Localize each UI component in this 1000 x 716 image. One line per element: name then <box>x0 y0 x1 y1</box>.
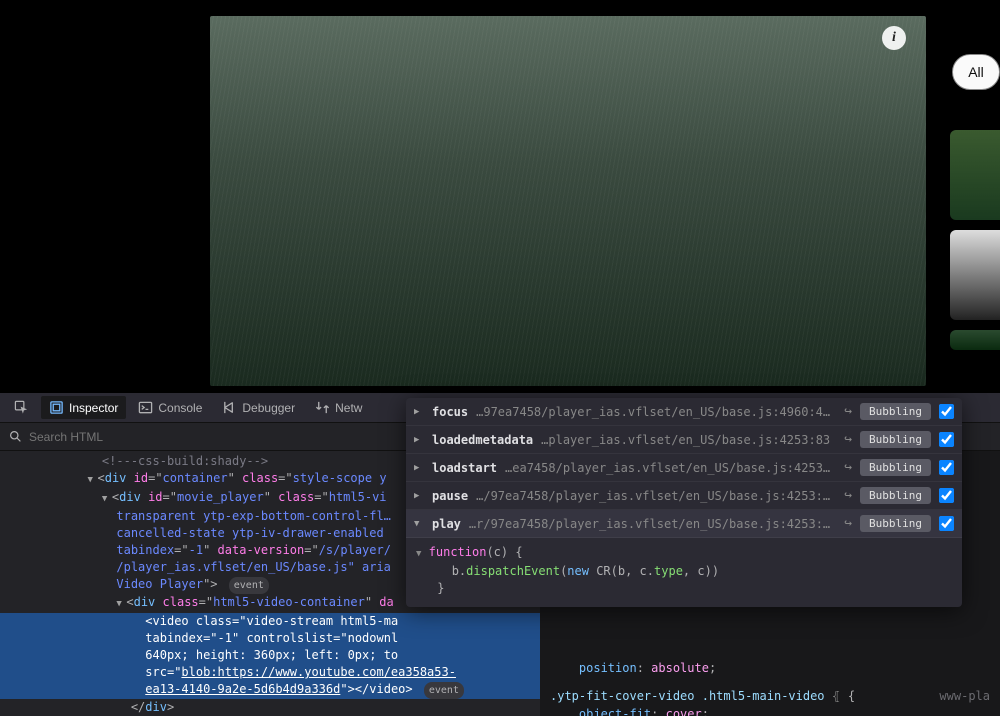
tab-label: Debugger <box>242 401 295 415</box>
pick-element-icon <box>14 400 29 415</box>
inspector-icon <box>49 400 64 415</box>
event-row-loadstart[interactable]: ▶ loadstart …ea7458/player_ias.vflset/en… <box>406 454 962 482</box>
goto-source-icon[interactable]: ↪ <box>844 404 852 419</box>
twisty-icon[interactable]: ▶ <box>414 491 424 501</box>
debugger-icon <box>222 400 237 415</box>
chip-all[interactable]: All <box>952 54 1000 90</box>
sidebar-column: All <box>950 8 1000 350</box>
tab-label: Console <box>158 401 202 415</box>
event-toggle-checkbox[interactable] <box>939 516 954 531</box>
video-player[interactable]: i <box>210 16 926 386</box>
bubbling-badge: Bubbling <box>860 515 931 532</box>
twisty-icon[interactable]: ▼ <box>116 596 126 613</box>
goto-source-icon[interactable]: ↪ <box>844 460 852 475</box>
event-source[interactable]: …r/97ea7458/player_ias.vflset/en_US/base… <box>469 517 836 531</box>
event-row-pause[interactable]: ▶ pause …/97ea7458/player_ias.vflset/en_… <box>406 482 962 510</box>
event-source[interactable]: …player_ias.vflset/en_US/base.js:4253:83 <box>541 433 836 447</box>
goto-source-icon[interactable]: ↪ <box>844 516 852 531</box>
console-icon <box>138 400 153 415</box>
video-thumb-2[interactable] <box>950 230 1000 320</box>
search-icon <box>8 429 23 444</box>
tab-label: Netw <box>335 401 362 415</box>
event-row-focus[interactable]: ▶ focus …97ea7458/player_ias.vflset/en_U… <box>406 398 962 426</box>
video-thumb-3[interactable] <box>950 330 1000 350</box>
bubbling-badge: Bubbling <box>860 431 931 448</box>
twisty-icon[interactable]: ▶ <box>414 463 424 473</box>
twisty-icon[interactable]: ▼ <box>414 519 424 529</box>
tab-inspector[interactable]: Inspector <box>41 396 126 419</box>
twisty-icon[interactable]: ▼ <box>87 472 97 489</box>
twisty-icon[interactable]: ▶ <box>414 435 424 445</box>
bubbling-badge: Bubbling <box>860 403 931 420</box>
goto-source-icon[interactable]: ↪ <box>844 488 852 503</box>
info-icon[interactable]: i <box>882 26 906 50</box>
event-source[interactable]: …ea7458/player_ias.vflset/en_US/base.js:… <box>505 461 836 475</box>
event-handler-code: ▼ function(c) { b.dispatchEvent(new CR(b… <box>406 538 962 607</box>
video-thumb-1[interactable] <box>950 130 1000 220</box>
event-badge[interactable]: event <box>229 577 269 594</box>
goto-source-icon[interactable]: ↪ <box>844 432 852 447</box>
network-icon <box>315 400 330 415</box>
video-region: i All <box>0 0 1000 393</box>
pick-element-button[interactable] <box>6 396 37 419</box>
twisty-icon[interactable]: ▼ <box>102 491 112 508</box>
event-toggle-checkbox[interactable] <box>939 432 954 447</box>
event-source[interactable]: …/97ea7458/player_ias.vflset/en_US/base.… <box>476 489 836 503</box>
tab-console[interactable]: Console <box>130 396 210 419</box>
bubbling-badge: Bubbling <box>860 487 931 504</box>
tab-network[interactable]: Netw <box>307 396 370 419</box>
event-badge[interactable]: event <box>424 682 464 699</box>
event-toggle-checkbox[interactable] <box>939 460 954 475</box>
event-source[interactable]: …97ea7458/player_ias.vflset/en_US/base.j… <box>476 405 836 419</box>
bubbling-badge: Bubbling <box>860 459 931 476</box>
tab-label: Inspector <box>69 401 118 415</box>
event-toggle-checkbox[interactable] <box>939 488 954 503</box>
tab-debugger[interactable]: Debugger <box>214 396 303 419</box>
event-row-play[interactable]: ▼ play …r/97ea7458/player_ias.vflset/en_… <box>406 510 962 538</box>
event-row-loadedmetadata[interactable]: ▶ loadedmetadata …player_ias.vflset/en_U… <box>406 426 962 454</box>
event-toggle-checkbox[interactable] <box>939 404 954 419</box>
twisty-icon[interactable]: ▶ <box>414 407 424 417</box>
event-listeners-popup: ▶ focus …97ea7458/player_ias.vflset/en_U… <box>406 398 962 607</box>
